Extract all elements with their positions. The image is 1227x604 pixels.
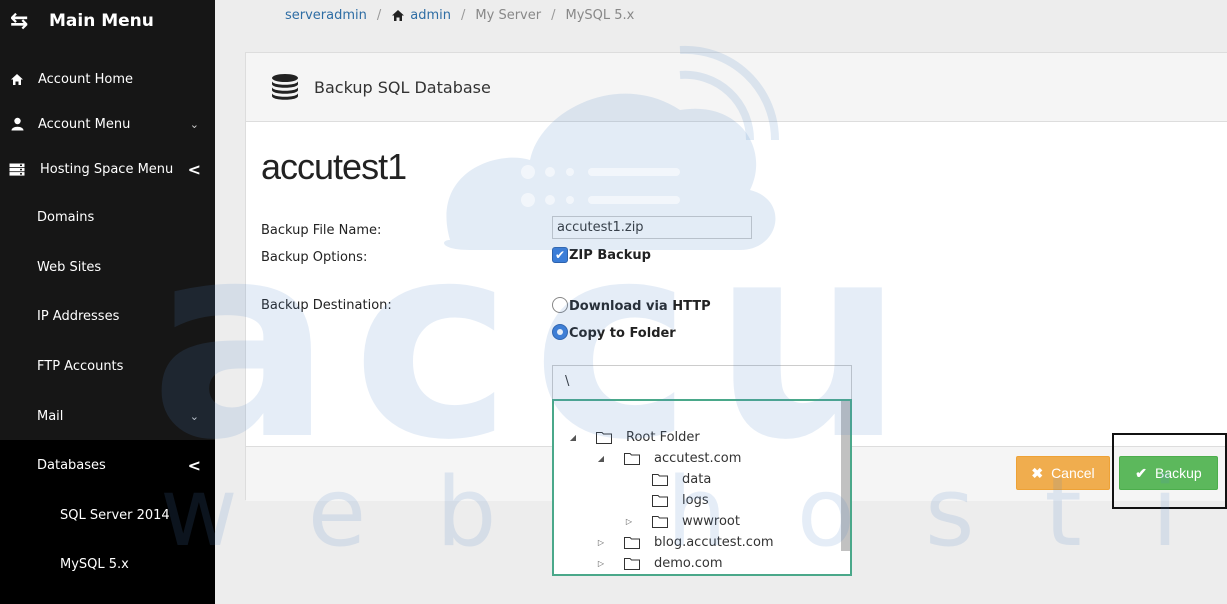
sidebar-item-sql-server-2014[interactable]: SQL Server 2014 — [0, 492, 215, 538]
tree-node-label: data — [682, 471, 712, 487]
database-icon — [272, 74, 298, 100]
tree-node-blog-accutest-com[interactable]: ▷ blog.accutest.com — [596, 532, 774, 552]
sidebar-item-label: Domains — [37, 209, 95, 225]
tree-node-data[interactable]: data — [624, 469, 711, 489]
backup-file-name-input[interactable] — [552, 216, 752, 239]
panel-title: Backup SQL Database — [314, 77, 491, 97]
sidebar-item-label: FTP Accounts — [37, 358, 124, 374]
check-icon: ✔ — [1135, 464, 1148, 481]
sidebar-item-account-menu[interactable]: Account Menu ⌄ — [0, 101, 215, 147]
sidebar-item-mysql-5x[interactable]: MySQL 5.x — [0, 541, 215, 587]
breadcrumb-mysql: MySQL 5.x — [565, 7, 635, 23]
tree-node-root-folder[interactable]: ◢ Root Folder — [568, 427, 700, 447]
breadcrumb-serveradmin[interactable]: serveradmin — [285, 8, 367, 23]
backup-destination-label: Backup Destination: — [261, 298, 392, 313]
download-http-radio[interactable] — [552, 296, 568, 313]
tree-node-label: blog.accutest.com — [654, 534, 774, 550]
sidebar-item-label: Hosting Space Menu — [40, 161, 174, 177]
folder-icon — [624, 557, 640, 570]
cancel-button[interactable]: ✖ Cancel — [1016, 456, 1110, 490]
tree-collapsed-icon[interactable]: ▷ — [596, 538, 606, 547]
folder-icon — [624, 536, 640, 549]
server-icon — [9, 163, 25, 176]
tree-expanded-icon[interactable]: ◢ — [568, 433, 578, 442]
sidebar-item-databases[interactable]: Databases < — [0, 442, 215, 488]
home-icon — [9, 73, 25, 86]
breadcrumb-separator: / — [376, 7, 382, 23]
chevron-left-icon: < — [187, 455, 201, 475]
breadcrumb-separator: / — [551, 7, 556, 23]
tree-node-accutest-com[interactable]: ◢ accutest.com — [596, 448, 741, 468]
breadcrumb: serveradmin / admin / My Server / MySQL … — [245, 0, 1227, 30]
close-icon: ✖ — [1031, 464, 1044, 481]
zip-backup-checkbox[interactable]: ✔ — [552, 247, 568, 263]
sidebar-item-label: IP Addresses — [37, 308, 120, 324]
tree-scrollbar[interactable] — [841, 401, 850, 551]
breadcrumb-separator: / — [461, 7, 466, 23]
main-menu-header[interactable]: ⇆ Main Menu — [0, 0, 215, 42]
chevron-left-icon: < — [187, 159, 201, 179]
tree-expanded-icon[interactable]: ◢ — [596, 454, 606, 463]
backup-label: Backup — [1155, 465, 1202, 481]
chevron-down-icon: ⌄ — [189, 117, 199, 131]
copy-folder-radio[interactable] — [552, 323, 568, 340]
copy-folder-label: Copy to Folder — [569, 326, 676, 341]
backup-options-label: Backup Options: — [261, 250, 368, 265]
home-icon — [392, 9, 405, 21]
tree-collapsed-icon[interactable]: ▷ — [624, 517, 634, 526]
sidebar-item-label: Mail — [37, 408, 64, 424]
zip-backup-label: ZIP Backup — [569, 247, 651, 263]
breadcrumb-admin[interactable]: admin — [391, 8, 451, 23]
download-http-label: Download via HTTP — [569, 299, 711, 314]
account-name-heading: accutest1 — [261, 146, 407, 187]
tree-node-label: Root Folder — [626, 429, 700, 445]
folder-icon — [596, 431, 612, 444]
tree-collapsed-icon[interactable]: ▷ — [596, 559, 606, 568]
sidebar-item-ip-addresses[interactable]: IP Addresses — [0, 293, 215, 339]
sidebar: ⇆ Main Menu Account Home Account Menu ⌄ … — [0, 0, 215, 604]
folder-icon — [652, 494, 668, 507]
folder-icon — [652, 515, 668, 528]
breadcrumb-my-server[interactable]: My Server — [475, 8, 541, 23]
tree-node-label: logs — [682, 492, 709, 508]
panel-header: Backup SQL Database — [246, 53, 1227, 122]
cancel-label: Cancel — [1051, 465, 1095, 481]
sidebar-item-domains[interactable]: Domains — [0, 194, 215, 240]
sidebar-item-account-home[interactable]: Account Home — [0, 56, 215, 102]
sidebar-item-mail[interactable]: Mail ⌄ — [0, 393, 215, 439]
copy-folder-option[interactable]: Copy to Folder — [552, 322, 676, 341]
tree-node-demo-com[interactable]: ▷ demo.com — [596, 553, 723, 573]
sidebar-item-label: Databases — [37, 457, 106, 473]
tree-node-wwwroot[interactable]: ▷ wwwroot — [624, 511, 740, 531]
sidebar-item-ftp-accounts[interactable]: FTP Accounts — [0, 343, 215, 389]
folder-path-input[interactable]: \ — [552, 365, 852, 400]
sidebar-item-label: Account Menu — [38, 116, 131, 132]
backup-file-name-label: Backup File Name: — [261, 223, 382, 238]
main-menu-title: Main Menu — [49, 11, 154, 31]
folder-icon — [624, 452, 640, 465]
zip-backup-option[interactable]: ✔ ZIP Backup — [552, 247, 651, 263]
sidebar-item-hosting-space-menu[interactable]: Hosting Space Menu < — [0, 146, 215, 192]
sidebar-item-label: SQL Server 2014 — [60, 507, 170, 523]
sidebar-item-web-sites[interactable]: Web Sites — [0, 244, 215, 290]
user-icon — [9, 117, 25, 131]
tree-node-label: accutest.com — [654, 450, 742, 466]
sidebar-item-label: Web Sites — [37, 259, 102, 275]
swap-arrows-icon[interactable]: ⇆ — [10, 9, 38, 34]
folder-tree[interactable]: ◢ Root Folder ◢ accutest.com data logs ▷… — [552, 399, 852, 576]
sidebar-item-label: Account Home — [38, 71, 134, 87]
tree-node-logs[interactable]: logs — [624, 490, 709, 510]
tree-node-label: demo.com — [654, 555, 723, 571]
chevron-down-icon: ⌄ — [189, 409, 199, 423]
breadcrumb-admin-label: admin — [410, 7, 452, 23]
tree-node-label: wwwroot — [682, 513, 740, 529]
sidebar-item-label: MySQL 5.x — [60, 556, 129, 572]
download-http-option[interactable]: Download via HTTP — [552, 295, 711, 314]
backup-button[interactable]: ✔ Backup — [1119, 456, 1218, 490]
folder-icon — [652, 473, 668, 486]
